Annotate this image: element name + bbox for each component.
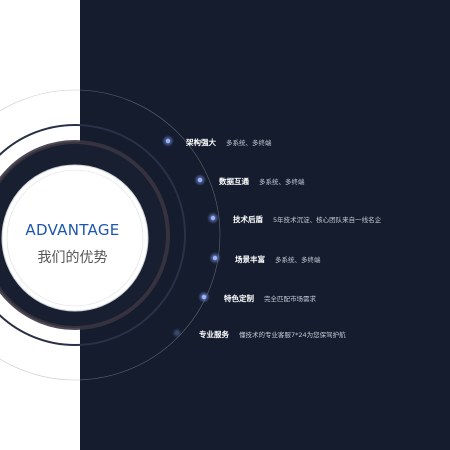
advantage-label: 技术后盾 bbox=[233, 214, 263, 224]
advantage-description: 多系统、多终端 bbox=[226, 139, 272, 147]
advantage-item-custom: 特色定制 完全匹配市场需求 bbox=[224, 290, 316, 306]
heading-block: ADVANTAGE 我们的优势 bbox=[10, 220, 135, 267]
advantage-label: 架构强大 bbox=[186, 137, 216, 147]
heading-subtitle: 我们的优势 bbox=[37, 250, 108, 266]
arc-dot bbox=[194, 174, 206, 186]
arc-dot bbox=[209, 252, 221, 264]
advantage-description: 完全匹配市场需求 bbox=[264, 295, 316, 303]
advantage-item-service: 专业服务 懂技术的专业客服7*24为您保驾护航 bbox=[199, 326, 346, 342]
advantage-description: 多系统、多终端 bbox=[275, 256, 321, 264]
advantage-item-architecture: 架构强大 多系统、多终端 bbox=[186, 134, 272, 150]
advantage-label: 场景丰富 bbox=[235, 254, 265, 264]
advantage-label: 特色定制 bbox=[224, 293, 254, 303]
advantage-label: 数据互通 bbox=[219, 176, 249, 186]
advantage-label: 专业服务 bbox=[199, 329, 229, 339]
arc-dot bbox=[172, 328, 182, 338]
advantage-description: 多系统、多终端 bbox=[259, 178, 305, 186]
advantage-item-scenarios: 场景丰富 多系统、多终端 bbox=[235, 251, 321, 267]
advantage-description: 懂技术的专业客服7*24为您保驾护航 bbox=[239, 331, 346, 339]
advantage-description: 5年技术沉淀、核心团队来自一线名企 bbox=[273, 216, 382, 224]
advantage-item-tech: 技术后盾 5年技术沉淀、核心团队来自一线名企 bbox=[233, 211, 381, 227]
advantage-item-data: 数据互通 多系统、多终端 bbox=[219, 173, 305, 189]
arc-dot bbox=[198, 291, 210, 303]
arc-dot bbox=[207, 212, 219, 224]
heading-title: ADVANTAGE bbox=[25, 221, 120, 239]
arc-dot bbox=[162, 135, 174, 147]
